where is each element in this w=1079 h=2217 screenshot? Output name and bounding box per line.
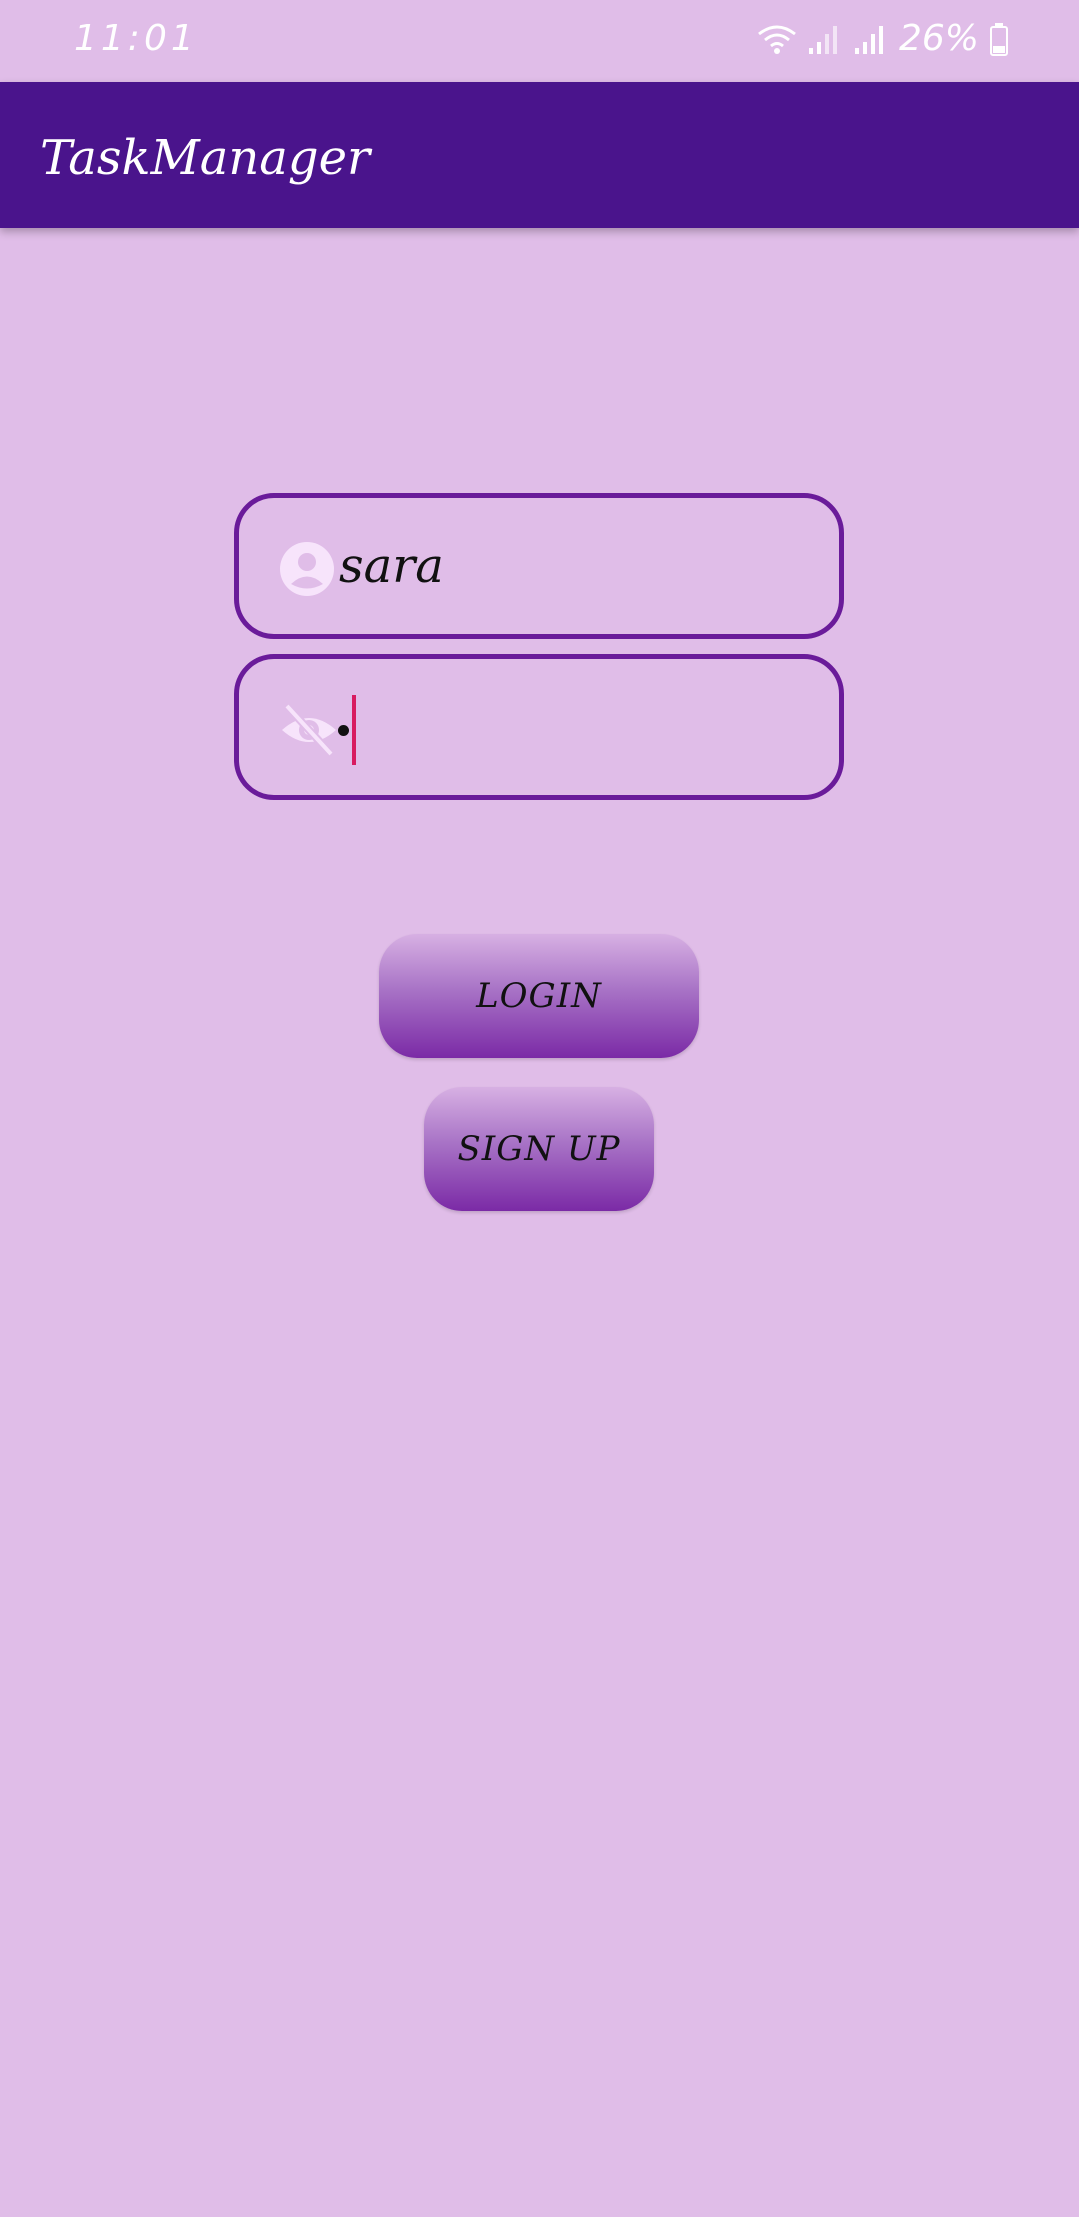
signup-button[interactable]: SIGN UP <box>424 1087 654 1211</box>
eye-off-icon <box>279 702 336 758</box>
username-value: sara <box>339 538 444 594</box>
login-button[interactable]: LOGIN <box>379 934 699 1058</box>
password-value <box>338 725 349 736</box>
person-icon <box>279 541 335 597</box>
battery-icon <box>989 22 1009 56</box>
status-bar: 11:01 26% <box>0 0 1079 82</box>
username-field[interactable]: sara <box>234 493 844 639</box>
signal-icon <box>807 22 843 56</box>
status-time: 11:01 <box>74 18 198 59</box>
battery-level: 26% <box>898 18 979 59</box>
signal-icon <box>853 22 889 56</box>
status-icons: 26% <box>757 18 1009 59</box>
wifi-icon <box>757 22 797 56</box>
app-title: TaskManager <box>40 130 370 186</box>
app-bar: TaskManager <box>0 82 1079 228</box>
password-field[interactable] <box>234 654 844 800</box>
text-cursor <box>352 695 356 765</box>
